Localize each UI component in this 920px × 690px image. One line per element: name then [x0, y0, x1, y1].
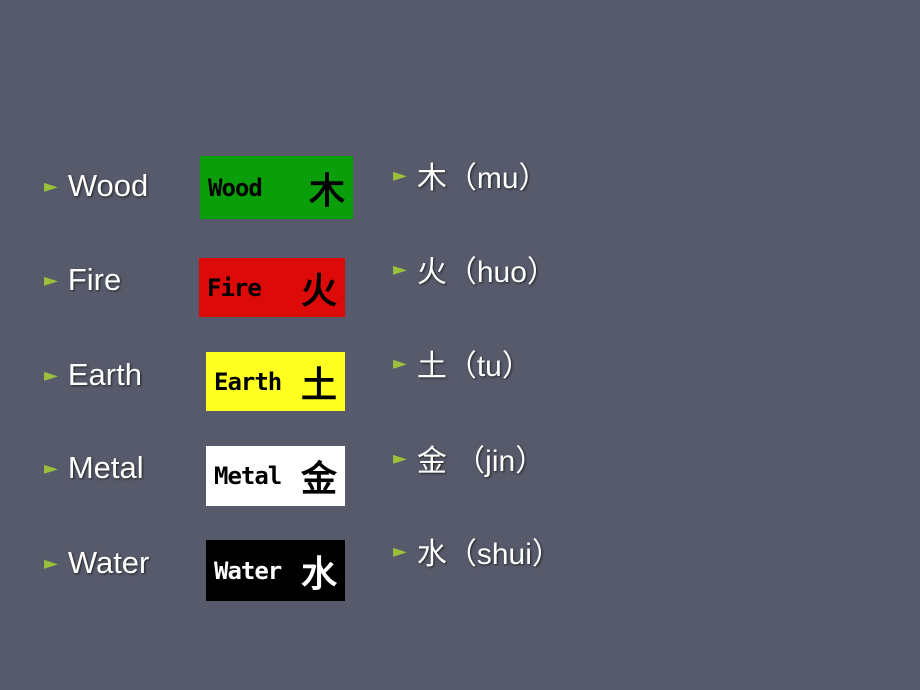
triangle-right-icon: ► [44, 364, 58, 386]
triangle-right-icon: ► [44, 552, 58, 574]
element-badge-image: Fire 火 [199, 258, 345, 317]
pinyin-label: 火（huo） [416, 256, 557, 289]
element-badge-image: Earth 土 [206, 352, 345, 411]
triangle-right-icon: ► [393, 540, 407, 562]
pinyin-label: 土（tu） [416, 350, 532, 383]
element-label: Fire [67, 262, 122, 297]
element-item: ► Earth [44, 357, 142, 393]
element-item: ► Metal [44, 450, 144, 486]
pinyin-label: 水（shui） [416, 538, 562, 571]
pinyin-label: 金 （jin） [416, 445, 546, 478]
triangle-right-icon: ► [393, 352, 407, 374]
badge-chinese: 木 [308, 169, 345, 212]
element-badge-image: Metal 金 [206, 446, 345, 506]
element-item: ► Wood [44, 168, 148, 204]
badge-chinese: 水 [300, 552, 337, 595]
badge-english: Wood [208, 173, 263, 202]
element-badge-image: Wood 木 [200, 156, 353, 219]
badge-chinese: 火 [300, 269, 337, 312]
element-label: Earth [67, 357, 142, 392]
pinyin-item: ► 土（tu） [393, 345, 532, 383]
triangle-right-icon: ► [44, 269, 58, 291]
triangle-right-icon: ► [44, 457, 58, 479]
pinyin-item: ► 水（shui） [393, 533, 562, 571]
badge-chinese: 土 [300, 363, 337, 406]
pinyin-item: ► 火（huo） [393, 251, 557, 289]
element-item: ► Water [44, 545, 149, 581]
badge-english: Fire [207, 273, 262, 302]
triangle-right-icon: ► [393, 164, 407, 186]
badge-english: Metal [214, 462, 282, 490]
element-label: Wood [67, 168, 149, 203]
badge-english: Earth [214, 367, 282, 396]
triangle-right-icon: ► [44, 175, 58, 197]
badge-english: Water [214, 556, 282, 585]
pinyin-label: 木（mu） [416, 162, 549, 195]
triangle-right-icon: ► [393, 258, 407, 280]
element-label: Metal [67, 450, 144, 485]
element-item: ► Fire [44, 262, 121, 298]
triangle-right-icon: ► [393, 447, 407, 469]
element-badge-image: Water 水 [206, 540, 345, 601]
element-label: Water [67, 545, 150, 580]
badge-chinese: 金 [300, 458, 337, 500]
pinyin-item: ► 木（mu） [393, 157, 549, 195]
pinyin-item: ► 金 （jin） [393, 440, 545, 478]
